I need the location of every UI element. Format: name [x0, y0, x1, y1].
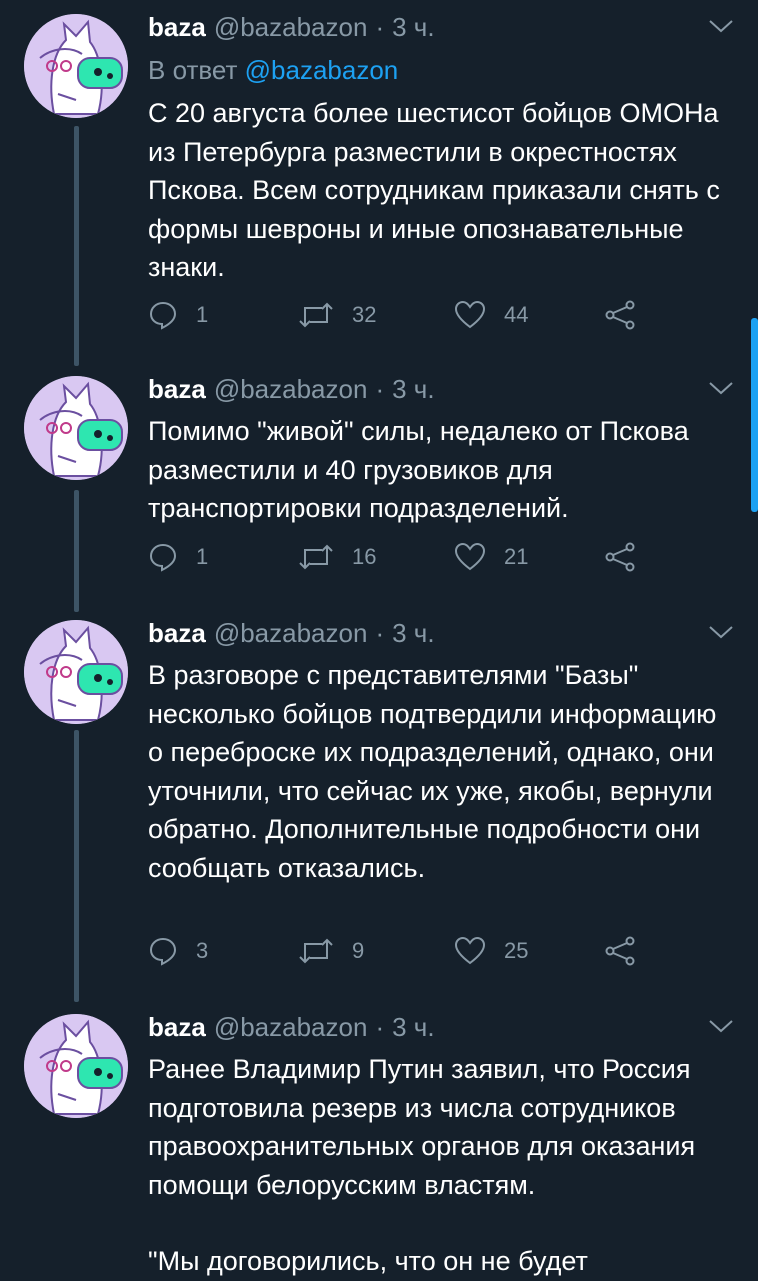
tweet-text: Помимо "живой" силы, недалеко от Пскова … — [148, 416, 689, 523]
tweet-header: baza @bazabazon · 3 ч. — [148, 372, 734, 406]
author-name[interactable]: baza — [148, 372, 206, 406]
scrollbar-thumb[interactable] — [751, 318, 758, 512]
speech-bubble-icon — [149, 543, 177, 572]
tweet-header: baza @bazabazon · 3 ч. — [148, 616, 734, 650]
author-name[interactable]: baza — [148, 1010, 206, 1044]
avatar[interactable] — [24, 14, 128, 118]
reply-mention-link[interactable]: @bazabazon — [245, 55, 399, 85]
chevron-down-icon[interactable] — [708, 622, 734, 642]
heart-icon — [454, 542, 486, 571]
reply-button[interactable]: 1 — [148, 542, 208, 572]
tweet-text: Ранее Владимир Путин заявил, что Россия … — [148, 1054, 696, 1200]
timestamp[interactable]: 3 ч. — [392, 372, 434, 406]
retweet-arrows-icon — [299, 302, 333, 328]
like-count: 25 — [504, 938, 529, 963]
reply-button[interactable]: 3 — [148, 936, 208, 966]
retweet-button[interactable]: 9 — [298, 936, 364, 966]
like-count: 21 — [504, 544, 529, 569]
like-button[interactable]: 21 — [454, 542, 528, 572]
reply-prefix: В ответ — [148, 55, 238, 85]
retweet-arrows-icon — [299, 544, 333, 570]
tweet[interactable]: baza @bazabazon · 3 ч. В ответ @bazabazo… — [0, 0, 758, 360]
share-nodes-icon — [605, 300, 635, 330]
cat-avatar-icon — [24, 1014, 128, 1118]
like-button[interactable]: 25 — [454, 936, 528, 966]
chevron-down-icon[interactable] — [708, 1016, 734, 1036]
author-name[interactable]: baza — [148, 10, 206, 44]
avatar[interactable] — [24, 1014, 128, 1118]
cat-avatar-icon — [24, 14, 128, 118]
reply-count: 1 — [196, 302, 209, 327]
author-handle[interactable]: @bazabazon — [214, 372, 368, 406]
retweet-arrows-icon — [299, 938, 333, 964]
timestamp[interactable]: 3 ч. — [392, 1010, 434, 1044]
share-nodes-icon — [605, 542, 635, 572]
separator: · — [375, 618, 385, 648]
tweet-header: baza @bazabazon · 3 ч. — [148, 10, 734, 44]
share-button[interactable] — [604, 542, 636, 572]
tweet[interactable]: baza @bazabazon · 3 ч. Помимо "живой" си… — [0, 360, 758, 610]
share-button[interactable] — [604, 936, 636, 966]
author-name[interactable]: baza — [148, 616, 206, 650]
retweet-count: 32 — [352, 302, 377, 327]
reply-count: 3 — [196, 938, 209, 963]
separator: · — [375, 1012, 385, 1042]
heart-icon — [454, 300, 486, 329]
tweet[interactable]: baza @bazabazon · 3 ч. В разговоре с пре… — [0, 610, 758, 1000]
reply-button[interactable]: 1 — [148, 300, 208, 330]
avatar[interactable] — [24, 376, 128, 480]
cat-avatar-icon — [24, 620, 128, 724]
avatar[interactable] — [24, 620, 128, 724]
tweet-header: baza @bazabazon · 3 ч. — [148, 1010, 734, 1044]
chevron-down-icon[interactable] — [708, 16, 734, 36]
retweet-count: 9 — [352, 938, 365, 963]
separator: · — [375, 12, 385, 42]
like-button[interactable]: 44 — [454, 300, 528, 330]
retweet-button[interactable]: 16 — [298, 542, 376, 572]
reply-context: В ответ @bazabazon — [148, 52, 734, 88]
retweet-count: 16 — [352, 544, 377, 569]
tweet-text: В разговоре с представителями "Базы" нес… — [148, 660, 717, 883]
retweet-button[interactable]: 32 — [298, 300, 376, 330]
cat-avatar-icon — [24, 376, 128, 480]
share-button[interactable] — [604, 300, 636, 330]
speech-bubble-icon — [149, 937, 177, 966]
tweet-text-continued: "Мы договорились, что он не будет — [148, 1246, 588, 1276]
reply-count: 1 — [196, 544, 209, 569]
tweet-text: С 20 августа более шестисот бойцов ОМОНа… — [148, 98, 720, 282]
author-handle[interactable]: @bazabazon — [214, 10, 368, 44]
timestamp[interactable]: 3 ч. — [392, 616, 434, 650]
tweet[interactable]: baza @bazabazon · 3 ч. Ранее Владимир Пу… — [0, 1000, 758, 1280]
speech-bubble-icon — [149, 301, 177, 330]
author-handle[interactable]: @bazabazon — [214, 616, 368, 650]
timestamp[interactable]: 3 ч. — [392, 10, 434, 44]
separator: · — [375, 374, 385, 404]
share-nodes-icon — [605, 936, 635, 966]
author-handle[interactable]: @bazabazon — [214, 1010, 368, 1044]
chevron-down-icon[interactable] — [708, 378, 734, 398]
like-count: 44 — [504, 302, 529, 327]
heart-icon — [454, 936, 486, 965]
